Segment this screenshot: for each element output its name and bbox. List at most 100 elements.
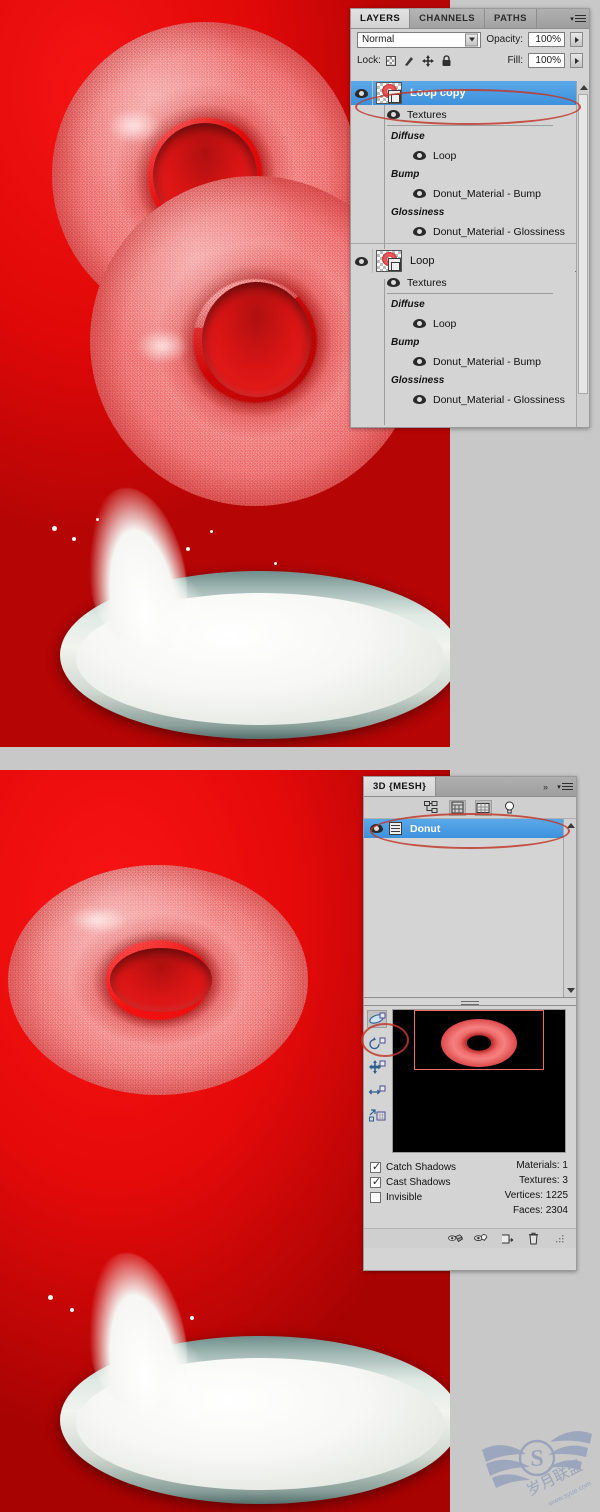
eye-icon[interactable]: [387, 278, 400, 287]
3d-layer-badge-icon: [388, 258, 401, 271]
3d-mesh-roll-icon[interactable]: [367, 1034, 387, 1052]
3d-preview-area[interactable]: [364, 1006, 576, 1156]
layer-texture-loop[interactable]: Loop: [351, 314, 589, 333]
tab-paths[interactable]: PATHS: [485, 9, 537, 28]
new-light-icon[interactable]: [500, 1232, 515, 1246]
checkbox-label: Invisible: [386, 1192, 423, 1203]
layer-texture-loop[interactable]: Loop: [351, 146, 589, 165]
layers-panel-tabbar[interactable]: LAYERS CHANNELS PATHS ▾: [351, 9, 589, 29]
materials-filter-icon[interactable]: [448, 799, 466, 816]
3d-filter-toolbar[interactable]: [364, 797, 576, 819]
lock-all-icon[interactable]: [441, 54, 452, 67]
section-label: Glossiness: [391, 207, 445, 218]
blend-mode-select[interactable]: Normal: [357, 31, 482, 48]
layers-scrollbar-thumb[interactable]: [578, 94, 588, 394]
3d-list-scrollbar[interactable]: [563, 819, 576, 997]
checkbox-cast-shadows[interactable]: Cast Shadows: [370, 1175, 472, 1190]
lights-filter-icon[interactable]: [501, 800, 518, 816]
hamburger-icon: [574, 13, 586, 24]
eye-icon[interactable]: [413, 357, 426, 366]
eye-icon[interactable]: [413, 395, 426, 404]
eye-icon[interactable]: [387, 110, 400, 119]
layer-section-bump: Bump: [351, 333, 589, 352]
layer-child-textures[interactable]: Textures: [351, 273, 589, 292]
scroll-up-arrow[interactable]: [579, 83, 588, 92]
meshes-filter-icon[interactable]: [474, 799, 492, 816]
fill-input[interactable]: 100%: [528, 53, 565, 68]
eye-icon[interactable]: [413, 151, 426, 160]
tab-3d-mesh[interactable]: 3D {MESH}: [364, 777, 437, 796]
lock-image-pixels-icon[interactable]: [403, 55, 415, 67]
layers-panel[interactable]: LAYERS CHANNELS PATHS ▾ Normal Opacity: …: [350, 8, 590, 428]
milk-droplet: [70, 1308, 74, 1312]
blend-mode-row[interactable]: Normal Opacity: 100%: [351, 29, 589, 50]
lock-row[interactable]: Lock: Fill: 100%: [351, 50, 589, 71]
scroll-down-arrow[interactable]: [566, 986, 575, 995]
3d-checkbox-group[interactable]: Catch Shadows Cast Shadows Invisible: [364, 1156, 472, 1228]
mesh-name: Donut: [410, 822, 441, 835]
layer-texture-glossiness[interactable]: Donut_Material - Glossiness: [351, 390, 589, 409]
layer-child-textures[interactable]: Textures: [351, 105, 589, 124]
toggle-light-icon[interactable]: [474, 1232, 489, 1246]
layers-list[interactable]: Loop copy Textures Diffuse Loop Bump Don…: [351, 81, 589, 427]
checkbox-box[interactable]: [370, 1160, 382, 1174]
chevron-down-icon[interactable]: [465, 33, 479, 46]
3d-mesh-drag-icon[interactable]: [367, 1058, 387, 1076]
layer-texture-bump[interactable]: Donut_Material - Bump: [351, 352, 589, 371]
layer-visibility-toggle[interactable]: [351, 81, 373, 105]
3d-mesh-slide-icon[interactable]: [367, 1082, 387, 1100]
watermark: S 岁月联盟 www.syue.com: [478, 1420, 596, 1510]
lock-transparent-pixels-icon[interactable]: [385, 55, 396, 66]
3d-properties-row[interactable]: Catch Shadows Cast Shadows Invisible Mat…: [364, 1156, 576, 1228]
collapse-panel-button[interactable]: »: [537, 777, 554, 796]
scroll-up-arrow[interactable]: [566, 821, 575, 830]
3d-mesh-list[interactable]: Donut: [364, 819, 576, 997]
milk-droplet: [52, 526, 57, 531]
layers-scrollbar[interactable]: [576, 81, 589, 427]
eye-icon[interactable]: [370, 824, 383, 833]
opacity-input[interactable]: 100%: [528, 32, 565, 47]
checkbox-box[interactable]: [370, 1175, 382, 1189]
checkbox-invisible[interactable]: Invisible: [370, 1190, 472, 1205]
layer-visibility-toggle[interactable]: [351, 249, 373, 273]
eye-icon: [355, 256, 368, 266]
stat-vertices: Vertices: 1225: [504, 1190, 568, 1201]
divider: [387, 125, 553, 126]
panel-menu-button[interactable]: ▾: [567, 9, 589, 28]
opacity-stepper[interactable]: [570, 32, 583, 47]
3d-mesh-scale-icon[interactable]: [367, 1106, 387, 1124]
chevron-down-icon: ▾: [557, 783, 561, 791]
double-chevron-right-icon: »: [542, 781, 548, 792]
resize-grip-icon[interactable]: [552, 1232, 567, 1246]
3d-mesh-rotate-icon[interactable]: [367, 1010, 387, 1028]
checkbox-catch-shadows[interactable]: Catch Shadows: [370, 1160, 472, 1175]
3d-panel[interactable]: 3D {MESH} » ▾ Donut ✓ Catch Shadows ✓ Ca…: [361, 776, 577, 1271]
mesh-item-donut[interactable]: Donut: [364, 819, 576, 838]
panel-menu-button[interactable]: ▾: [554, 777, 576, 796]
lock-position-icon[interactable]: [421, 54, 434, 67]
eye-icon[interactable]: [413, 319, 426, 328]
checkbox-box[interactable]: [370, 1192, 381, 1203]
3d-stats-group: Materials: 1 Textures: 3 Vertices: 1225 …: [472, 1156, 576, 1228]
tabbar-filler: [536, 9, 567, 28]
3d-panel-bottom-toolbar[interactable]: [364, 1228, 576, 1248]
delete-icon[interactable]: [526, 1232, 541, 1246]
3d-tool-strip[interactable]: [364, 1006, 390, 1156]
layer-row-loop[interactable]: Loop: [351, 249, 589, 273]
scene-filter-icon[interactable]: [423, 800, 440, 816]
tab-channels[interactable]: CHANNELS: [410, 9, 486, 28]
tabbar-filler: [436, 777, 537, 796]
fill-stepper[interactable]: [570, 53, 583, 68]
3d-mesh-preview[interactable]: [392, 1009, 566, 1153]
hamburger-icon: [561, 781, 573, 792]
eye-icon[interactable]: [413, 189, 426, 198]
tab-layers[interactable]: LAYERS: [351, 9, 411, 28]
layer-row-loop-copy[interactable]: Loop copy: [351, 81, 589, 105]
toggle-ground-plane-icon[interactable]: [448, 1232, 463, 1246]
layer-texture-glossiness[interactable]: Donut_Material - Glossiness: [351, 222, 589, 241]
panel-splitter[interactable]: [364, 997, 576, 1006]
layer-texture-bump[interactable]: Donut_Material - Bump: [351, 184, 589, 203]
3d-panel-tabbar[interactable]: 3D {MESH} » ▾: [364, 777, 576, 797]
eye-icon[interactable]: [413, 227, 426, 236]
lock-icons-group[interactable]: [385, 54, 452, 67]
